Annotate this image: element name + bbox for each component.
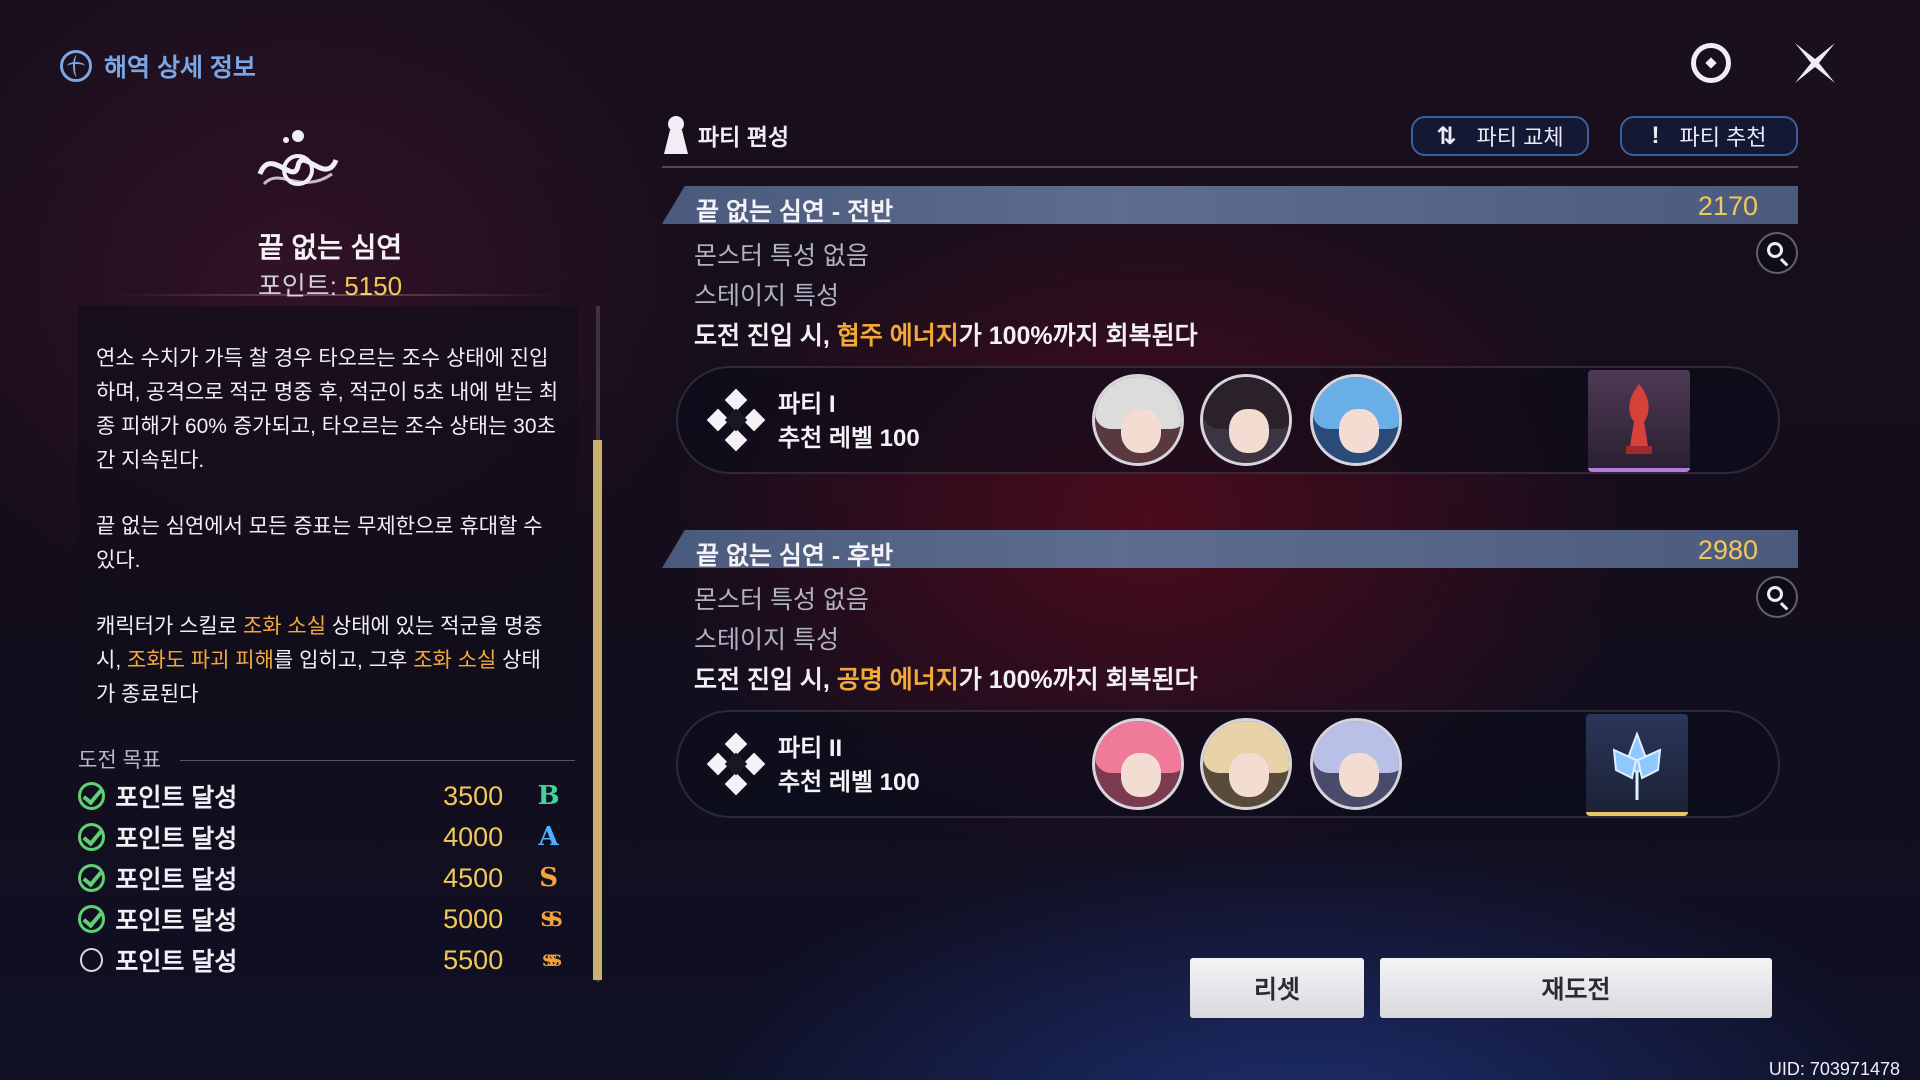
- retry-button[interactable]: 재도전: [1380, 958, 1772, 1018]
- party-name: 파티 I: [778, 391, 836, 418]
- goal-label: 포인트 달성: [115, 948, 238, 976]
- uid-label: UID: 703971478: [1768, 1059, 1900, 1079]
- check-icon: [78, 782, 106, 810]
- party-emblem-icon: [706, 388, 766, 452]
- goal-label: 포인트 달성: [115, 784, 238, 812]
- echo-item-card[interactable]: [1588, 370, 1690, 472]
- party-heading: 파티 편성: [664, 116, 789, 154]
- goal-value: 5000: [443, 903, 504, 934]
- stage-effect: 도전 진입 시, 협주 에너지가 100%까지 회복된다: [694, 322, 1198, 350]
- divider: [110, 294, 560, 296]
- party-recommend-label: 파티 추천: [1679, 125, 1767, 150]
- rank-a-icon: A: [538, 822, 559, 852]
- stage-trait: 스테이지 특성: [694, 282, 839, 310]
- region-title: 해역 상세 정보: [60, 48, 256, 84]
- chess-piece-icon: [664, 116, 688, 154]
- stage-header: 끝 없는 심연 - 전반 2170: [662, 186, 1798, 224]
- party-emblem-icon: [706, 732, 766, 796]
- sea-globe-icon: [60, 50, 92, 82]
- description-paragraph: 캐릭터가 스킬로 조화 소실 상태에 있는 적군을 명중 시, 조화도 파괴 피…: [96, 615, 543, 706]
- goal-row: 포인트 달성 4500 S: [78, 858, 568, 898]
- stage-title: 끝 없는 심연 - 후반: [696, 542, 894, 570]
- party-swap-button[interactable]: ⇅ 파티 교체: [1411, 116, 1589, 156]
- close-icon[interactable]: [1788, 36, 1842, 90]
- party-row[interactable]: 파티 II 추천 레벨 100: [676, 710, 1780, 818]
- party-name: 파티 II: [778, 735, 843, 762]
- goal-row: 포인트 달성 3500 B: [78, 776, 568, 816]
- goal-row: 포인트 달성 5500 SSS: [78, 940, 568, 980]
- goal-value: 3500: [443, 780, 504, 811]
- description-paragraph: 끝 없는 심연에서 모든 증표는 무제한으로 휴대할 수 있다.: [96, 515, 543, 572]
- check-icon: [78, 823, 106, 851]
- divider: [180, 760, 575, 761]
- party-level: 추천 레벨 100: [778, 425, 920, 452]
- goal-label: 포인트 달성: [115, 866, 238, 894]
- stage-effect: 도전 진입 시, 공명 에너지가 100%까지 회복된다: [694, 666, 1198, 694]
- character-avatar[interactable]: [1092, 718, 1184, 810]
- keyword-highlight: 조화 소실: [242, 615, 327, 638]
- keyword-highlight: 협주 에너지: [836, 322, 959, 350]
- description-paragraph: 연소 수치가 가득 찰 경우 타오르는 조수 상태에 진입하며, 공격으로 적군…: [96, 347, 559, 472]
- goal-label: 포인트 달성: [115, 825, 238, 853]
- party-heading-text: 파티 편성: [698, 124, 790, 150]
- region-title-text: 해역 상세 정보: [104, 54, 256, 82]
- divider: [662, 166, 1798, 168]
- top-icons: [1684, 36, 1842, 90]
- echo-item-card[interactable]: [1586, 714, 1688, 816]
- goal-value: 4000: [443, 821, 504, 852]
- goal-value: 5500: [443, 944, 504, 975]
- keyword-highlight: 공명 에너지: [836, 666, 959, 694]
- character-avatar[interactable]: [1310, 718, 1402, 810]
- zone-description: 연소 수치가 가득 찰 경우 타오르는 조수 상태에 진입하며, 공격으로 적군…: [78, 306, 578, 720]
- check-icon: [78, 905, 106, 933]
- party-info: 파티 I 추천 레벨 100: [778, 388, 920, 456]
- stage-score: 2170: [1697, 191, 1758, 221]
- keyword-highlight: 조화도 파괴 피해: [127, 649, 274, 672]
- party-info: 파티 II 추천 레벨 100: [778, 732, 920, 800]
- goal-label: 포인트 달성: [115, 907, 238, 935]
- hub-icon[interactable]: [1684, 36, 1738, 90]
- abyss-emblem-icon: [257, 130, 339, 186]
- goal-value: 4500: [443, 862, 504, 893]
- zone-name: 끝 없는 심연: [257, 232, 403, 263]
- rank-s-icon: S: [539, 863, 558, 893]
- search-icon[interactable]: [1756, 232, 1798, 274]
- character-avatar[interactable]: [1200, 718, 1292, 810]
- zone-points-value: 5150: [344, 271, 403, 301]
- rank-b-icon: B: [537, 781, 560, 811]
- zone-points-label: 포인트:: [257, 271, 337, 301]
- character-avatar[interactable]: [1200, 374, 1292, 466]
- character-avatar[interactable]: [1310, 374, 1402, 466]
- check-icon: [78, 864, 106, 892]
- goal-row: 포인트 달성 5000 SS: [78, 899, 568, 939]
- monster-trait: 몬스터 특성 없음: [694, 242, 869, 270]
- stage-header: 끝 없는 심연 - 후반 2980: [662, 530, 1798, 568]
- rank-sss-icon: SSS: [542, 950, 562, 970]
- character-avatar[interactable]: [1092, 374, 1184, 466]
- party-recommend-button[interactable]: ! 파티 추천: [1620, 116, 1798, 156]
- reset-button[interactable]: 리셋: [1190, 958, 1364, 1018]
- unchecked-circle-icon: [80, 948, 104, 972]
- scrollbar-thumb[interactable]: [593, 440, 602, 980]
- party-row[interactable]: 파티 I 추천 레벨 100: [676, 366, 1780, 474]
- rank-ss-icon: SS: [540, 907, 562, 931]
- party-level: 추천 레벨 100: [778, 769, 920, 796]
- keyword-highlight: 조화 소실: [413, 649, 497, 672]
- stage-trait: 스테이지 특성: [694, 626, 839, 654]
- monster-trait: 몬스터 특성 없음: [694, 586, 869, 614]
- stage-title: 끝 없는 심연 - 전반: [696, 198, 894, 226]
- party-swap-label: 파티 교체: [1476, 125, 1564, 150]
- swap-arrows-icon: ⇅: [1436, 122, 1457, 150]
- exclamation-icon: !: [1651, 122, 1660, 149]
- stage-score: 2980: [1697, 535, 1758, 565]
- goals-heading: 도전 목표: [78, 749, 162, 772]
- zone-points: 포인트: 5150: [160, 266, 500, 303]
- goal-row: 포인트 달성 4000 A: [78, 817, 568, 857]
- search-icon[interactable]: [1756, 576, 1798, 618]
